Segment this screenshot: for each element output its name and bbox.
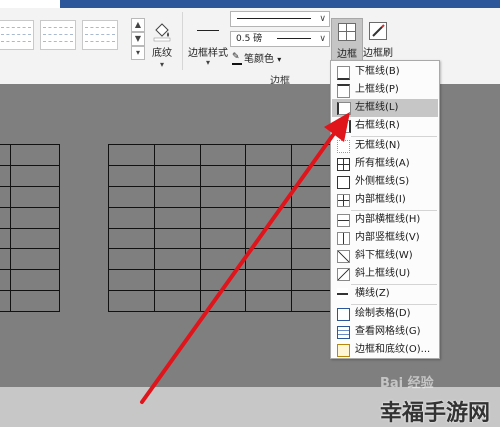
arrow-shaft (140, 126, 340, 404)
brand-logo-text: 幸福手游网 (379, 401, 490, 426)
watermark: Bai 经验 (380, 376, 434, 391)
annotation-arrow (140, 112, 350, 404)
arrow-head (324, 112, 350, 142)
